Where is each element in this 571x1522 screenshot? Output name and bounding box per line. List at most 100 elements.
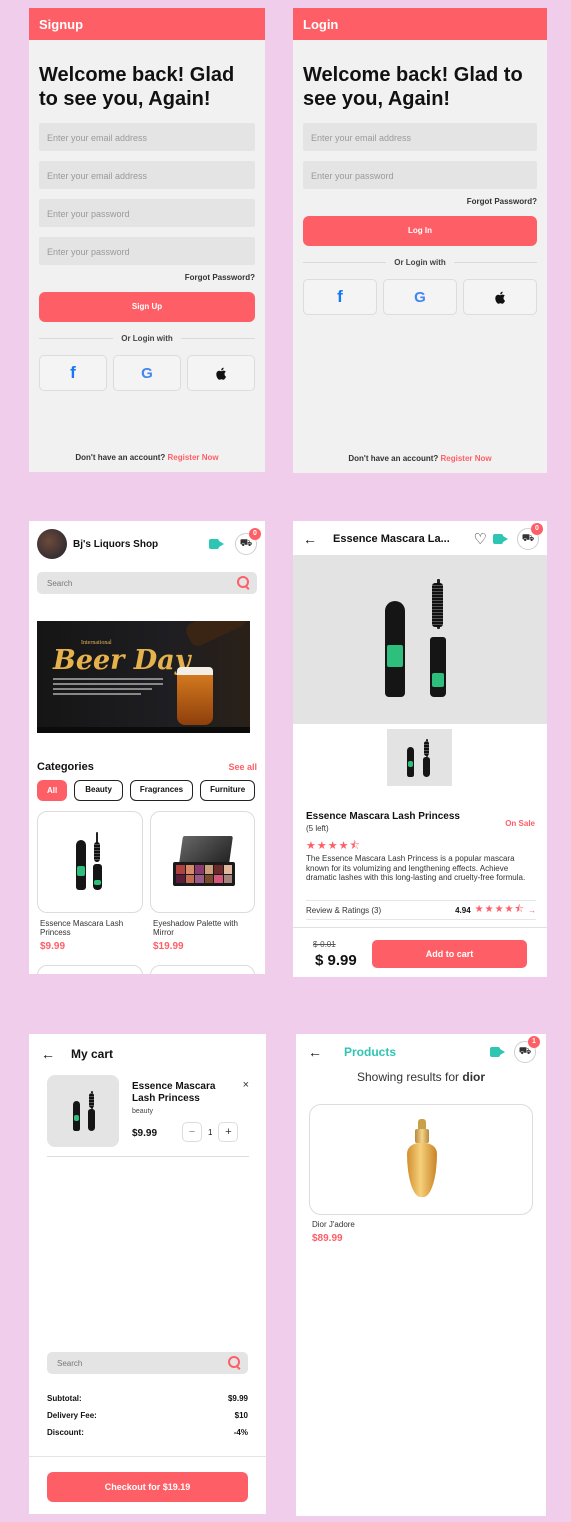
current-price: $ 9.99 [315,952,357,969]
back-arrow-icon[interactable]: ← [41,1046,55,1062]
products-screen: ← Products ⛟ 1 Showing results for dior … [296,1034,546,1516]
register-now-link[interactable]: Register Now [441,454,492,463]
logout-icon[interactable] [209,538,225,550]
apple-button[interactable] [187,355,255,391]
products-header: ← Products ⛟ 1 [308,1036,540,1064]
shop-name: Bj's Liquors Shop [73,538,159,550]
mascara-thumbnail-image [405,739,435,779]
facebook-icon: f [70,363,76,382]
search-query: dior [462,1070,486,1084]
qty-value: 1 [208,1127,213,1137]
forgot-password-link[interactable]: Forgot Password? [293,197,547,206]
product-description: The Essence Mascara Lash Princess is a p… [306,854,526,882]
search-placeholder: Search [57,1359,83,1368]
banner-text-lines [53,678,163,695]
facebook-button[interactable]: f [303,279,377,315]
password-field[interactable]: Enter your password [303,161,537,189]
beer-bottle-image [183,621,249,649]
search-placeholder: Search [47,579,73,588]
search-icon[interactable] [237,576,249,588]
search-input[interactable]: Search [37,572,257,594]
banner-title: Beer Day [53,645,191,676]
facebook-button[interactable]: f [39,355,107,391]
categories-title: Categories [37,761,94,773]
signup-title: Welcome back! Glad to see you, Again! [39,64,235,110]
subtotal-value: $9.99 [227,1394,248,1403]
cart-count-badge: 0 [531,523,543,535]
product-card[interactable] [150,965,255,974]
mascara-image [381,579,461,704]
google-button[interactable]: G [383,279,457,315]
stock-label: (5 left) [306,824,329,833]
search-icon[interactable] [228,1356,240,1368]
cart-button[interactable]: ⛟ 1 [514,1036,540,1063]
old-price: $-0.01 [313,940,336,949]
password-confirm-field[interactable]: Enter your password [39,237,255,265]
login-title: Welcome back! Glad to see you, Again! [303,64,523,110]
chip-furniture[interactable]: Furniture [200,780,256,801]
back-arrow-icon[interactable]: ← [303,531,317,547]
cart-icon: ⛟ [239,537,253,549]
password-field[interactable]: Enter your password [39,199,255,227]
apple-button[interactable] [463,279,537,315]
mascara-image [71,1091,101,1133]
chip-all[interactable]: All [37,780,68,801]
checkout-button[interactable]: Checkout for $19.19 [47,1472,248,1502]
detail-header: ← Essence Mascara La... ♡ ⛟ 0 [303,523,543,551]
cart-item-image [47,1075,119,1147]
search-input[interactable]: Search [47,1352,248,1374]
register-now-link[interactable]: Register Now [168,453,219,462]
rating-value: 4.94 [455,905,471,915]
email-confirm-field[interactable]: Enter your email address [39,161,255,189]
product-card[interactable]: Dior J'adore $89.99 [309,1104,533,1244]
forgot-password-link[interactable]: Forgot Password? [29,273,265,282]
apple-icon [495,291,506,304]
chip-fragrances[interactable]: Fragrances [129,780,194,801]
shop-avatar[interactable] [37,529,67,559]
product-detail-screen: ← Essence Mascara La... ♡ ⛟ 0 Essence Ma… [293,521,547,977]
discount-label: Discount: [47,1428,84,1437]
remove-item-icon[interactable]: × [243,1079,249,1091]
product-name: Dior J'adore [312,1220,355,1229]
or-login-label: Or Login with [121,334,173,343]
social-login-row: f G [39,355,255,391]
product-card[interactable]: Essence Mascara Lash Princess $9.99 [37,811,143,952]
back-arrow-icon[interactable]: ← [308,1044,322,1060]
login-header: Login [293,8,547,40]
logout-icon[interactable] [490,1046,506,1058]
perfume-bottle-image [407,1119,437,1201]
logout-icon[interactable] [493,533,509,545]
signup-header: Signup [29,8,265,40]
subtotal-label: Subtotal: [47,1394,82,1403]
cart-count-badge: 1 [528,1036,540,1048]
increase-qty-button[interactable]: + [218,1122,239,1142]
cart-screen: ← My cart Essence Mascara Lash Princess … [29,1034,266,1514]
cart-button[interactable]: ⛟ 0 [235,528,261,555]
chip-beauty[interactable]: Beauty [74,780,123,801]
cart-icon: ⛟ [521,532,535,544]
reviews-row[interactable]: Review & Ratings (3) 4.94 ★★★★⯪ → [306,900,536,920]
google-button[interactable]: G [113,355,181,391]
google-icon: G [141,364,153,382]
register-prompt: Don't have an account? Register Now [29,453,265,462]
product-card[interactable]: Eyeshadow Palette with Mirror $19.99 [150,811,255,952]
product-card[interactable] [37,965,143,974]
thumbnail[interactable] [387,729,452,786]
sign-up-button[interactable]: Sign Up [39,292,255,322]
cart-button[interactable]: ⛟ 0 [517,523,543,550]
email-field[interactable]: Enter your email address [39,123,255,151]
heart-icon[interactable]: ♡ [474,530,487,548]
decrease-qty-button[interactable]: − [182,1122,202,1142]
order-summary: Subtotal: $9.99 Delivery Fee: $10 Discount… [47,1394,248,1437]
cart-item: Essence Mascara Lash Princess beauty $9.… [47,1075,249,1157]
cart-title: My cart [71,1047,114,1061]
cart-item-name: Essence Mascara Lash Princess [132,1081,216,1104]
promo-banner[interactable]: International Beer Day [37,621,250,733]
log-in-button[interactable]: Log In [303,216,537,246]
sale-badge: On Sale [505,819,535,828]
see-all-link[interactable]: See all [228,762,257,772]
apple-icon [216,367,227,380]
results-heading: Showing results for dior [296,1070,546,1084]
add-to-cart-button[interactable]: Add to cart [372,940,527,968]
email-field[interactable]: Enter your email address [303,123,537,151]
